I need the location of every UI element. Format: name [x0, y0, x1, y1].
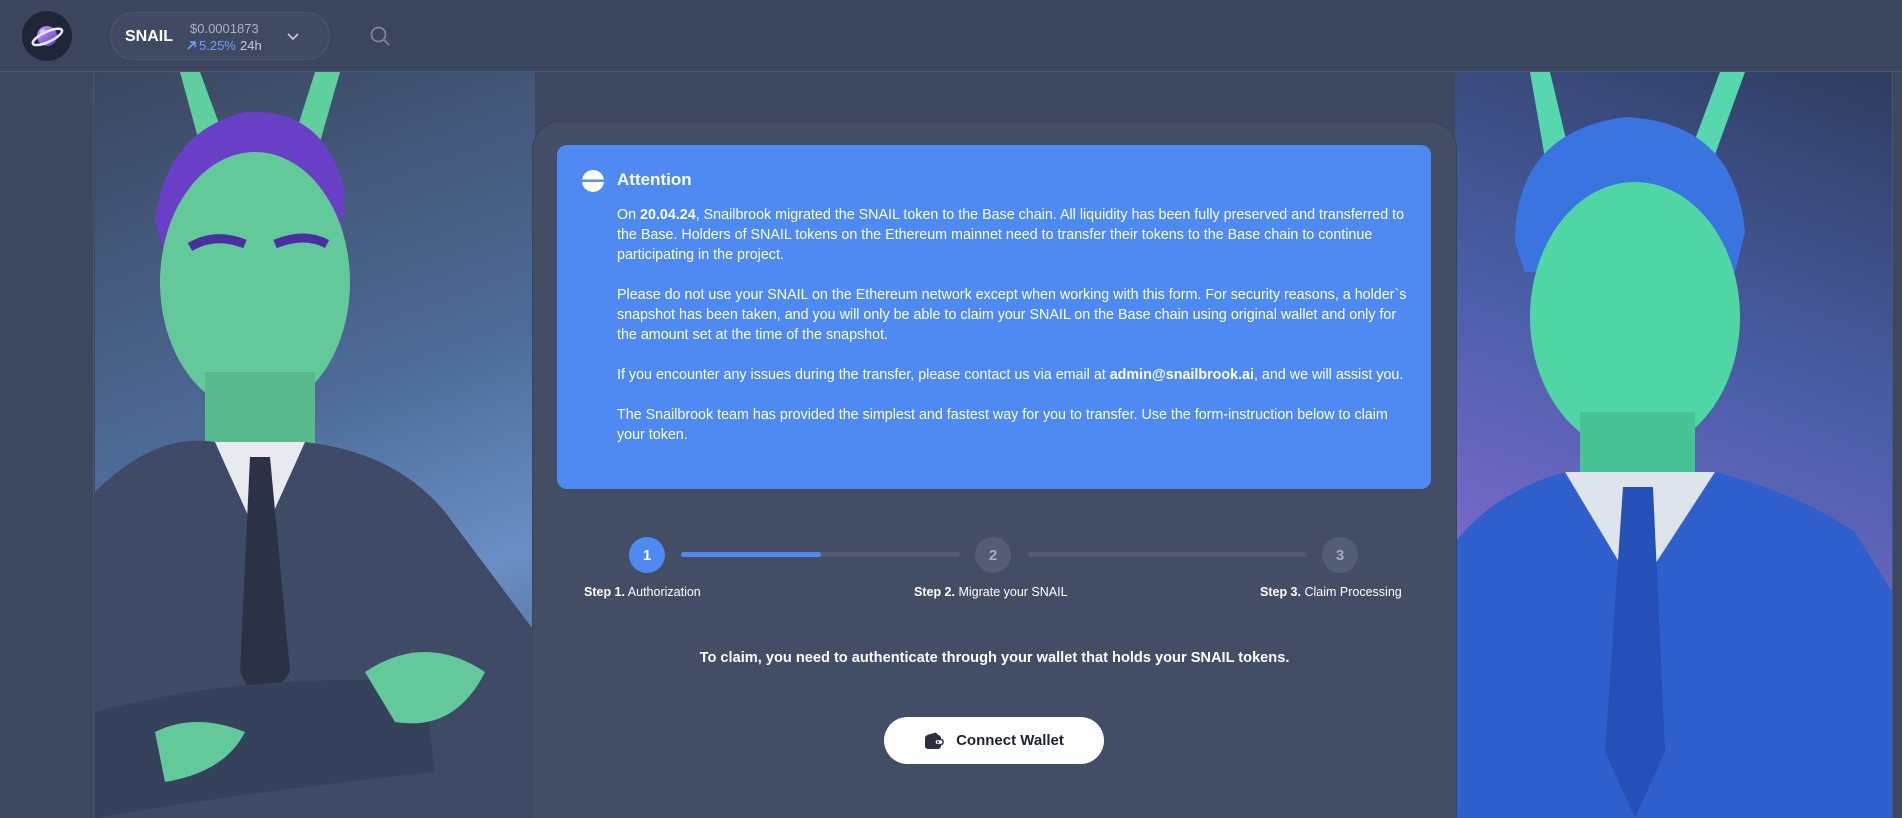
token-ticker[interactable]: SNAIL $0.0001873 5.25% 24h: [110, 12, 330, 60]
wallet-icon: [925, 732, 944, 749]
price-change-value: 5.25%: [199, 38, 236, 53]
attention-paragraph-4: The Snailbrook team has provided the sim…: [617, 407, 1388, 443]
step-1-label: Step 1. Authorization: [584, 585, 701, 599]
claim-instruction: To claim, you need to authenticate throu…: [699, 650, 1290, 666]
step-2-indicator: 2: [975, 537, 1011, 573]
attention-paragraph-3: If you encounter any issues during the t…: [617, 367, 1404, 383]
step-2-label: Step 2. Migrate your SNAIL: [914, 585, 1068, 599]
attention-paragraph-1: On 20.04.24, Snailbrook migrated the SNA…: [617, 207, 1405, 263]
right-scrollbar-track[interactable]: [1892, 72, 1902, 818]
minus-circle-icon: [582, 170, 604, 192]
attention-title: Attention: [617, 170, 692, 189]
step-1-progress-track: [681, 552, 960, 557]
connect-wallet-button[interactable]: Connect Wallet: [884, 717, 1104, 764]
migration-date: 20.04.24: [640, 207, 696, 223]
token-price: $0.0001873: [190, 21, 259, 36]
step-1-indicator: 1: [629, 537, 665, 573]
arrow-up-right-icon: [187, 41, 196, 50]
planet-logo-icon[interactable]: [22, 11, 72, 61]
connect-wallet-label: Connect Wallet: [956, 732, 1064, 749]
step-3-label: Step 3. Claim Processing: [1260, 585, 1402, 599]
price-change: 5.25%: [186, 38, 236, 53]
token-symbol: SNAIL: [125, 28, 173, 45]
left-character-illustration: [95, 72, 535, 818]
step-2-progress-track: [1028, 552, 1307, 557]
step-1-progress-fill: [681, 552, 821, 557]
search-icon[interactable]: [368, 24, 392, 48]
chevron-down-icon[interactable]: [285, 28, 301, 44]
left-sidebar: [0, 72, 94, 818]
price-period: 24h: [240, 38, 262, 53]
attention-paragraph-2: Please do not use your SNAIL on the Ethe…: [617, 287, 1407, 343]
support-email[interactable]: admin@snailbrook.ai: [1110, 367, 1254, 383]
attention-body: On 20.04.24, Snailbrook migrated the SNA…: [617, 205, 1407, 465]
step-3-indicator: 3: [1322, 537, 1358, 573]
claim-token: SNAIL: [1190, 650, 1235, 666]
right-character-illustration: [1455, 72, 1892, 818]
